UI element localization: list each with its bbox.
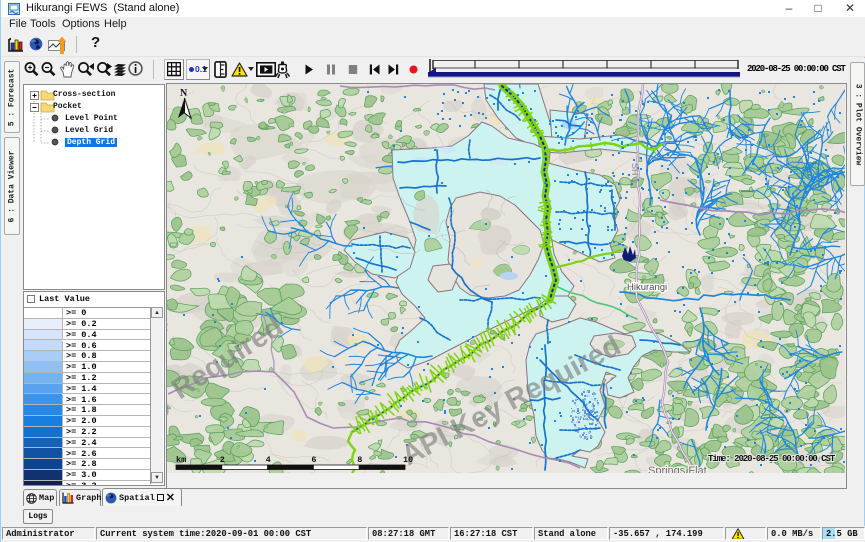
svg-text:SH 1: SH 1 — [630, 163, 640, 183]
svg-text:4: 4 — [266, 455, 271, 465]
svg-text:10: 10 — [403, 455, 413, 465]
svg-text:N: N — [180, 88, 188, 99]
svg-text:Springs Flat: Springs Flat — [648, 465, 707, 473]
svg-text:8: 8 — [357, 455, 362, 465]
svg-text:km: km — [176, 455, 186, 465]
svg-text:Time: 2020-08-25 00:00:00 CST: Time: 2020-08-25 00:00:00 CST — [708, 454, 836, 464]
svg-text:6: 6 — [311, 455, 316, 465]
svg-text:2: 2 — [220, 455, 225, 465]
svg-text:Hikurangi: Hikurangi — [627, 282, 667, 293]
